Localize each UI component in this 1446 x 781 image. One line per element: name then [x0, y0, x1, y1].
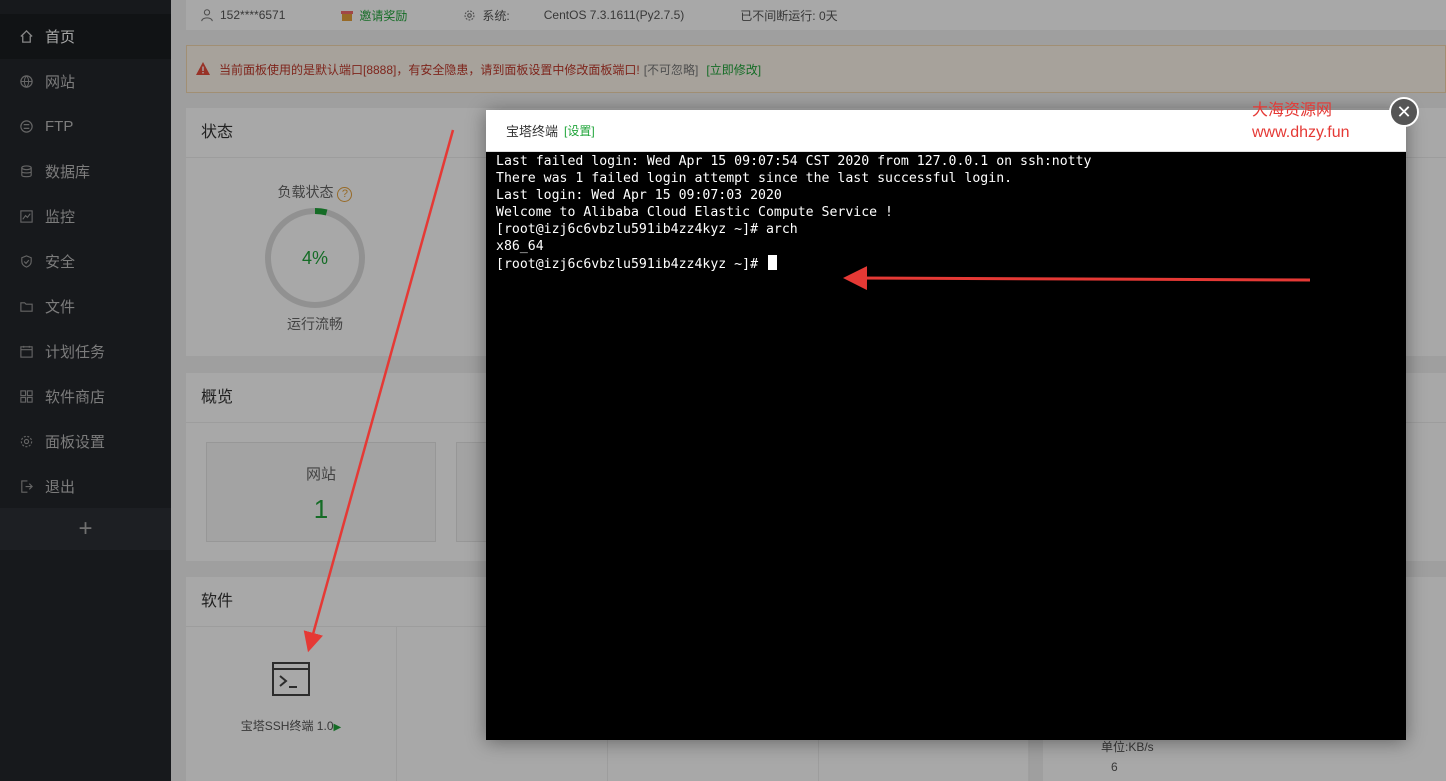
terminal-line: [root@izj6c6vbzlu591ib4zz4kyz ~]# arch — [496, 222, 798, 237]
terminal-line: Welcome to Alibaba Cloud Elastic Compute… — [496, 205, 893, 220]
terminal-prompt-line: [root@izj6c6vbzlu591ib4zz4kyz ~]# — [496, 255, 1396, 273]
terminal-modal: 宝塔终端 [设置] Last failed login: Wed Apr 15 … — [486, 110, 1406, 740]
terminal-line: Last login: Wed Apr 15 09:07:03 2020 — [496, 188, 782, 203]
terminal-title: 宝塔终端 — [506, 124, 559, 139]
terminal-line: There was 1 failed login attempt since t… — [496, 171, 1013, 186]
terminal-line: Last failed login: Wed Apr 15 09:07:54 C… — [496, 154, 1092, 169]
terminal-settings-link[interactable]: [设置] — [564, 122, 595, 139]
terminal-prompt: [root@izj6c6vbzlu591ib4zz4kyz ~]# — [496, 257, 766, 272]
watermark-line1: 大海资源网 — [1252, 102, 1333, 119]
watermark: 大海资源网 www.dhzy.fun — [1252, 100, 1350, 144]
watermark-line2: www.dhzy.fun — [1252, 124, 1350, 141]
terminal-line: x86_64 — [496, 239, 544, 254]
close-icon[interactable]: ✕ — [1389, 97, 1419, 127]
terminal-output[interactable]: Last failed login: Wed Apr 15 09:07:54 C… — [486, 152, 1406, 274]
terminal-cursor — [767, 255, 777, 270]
